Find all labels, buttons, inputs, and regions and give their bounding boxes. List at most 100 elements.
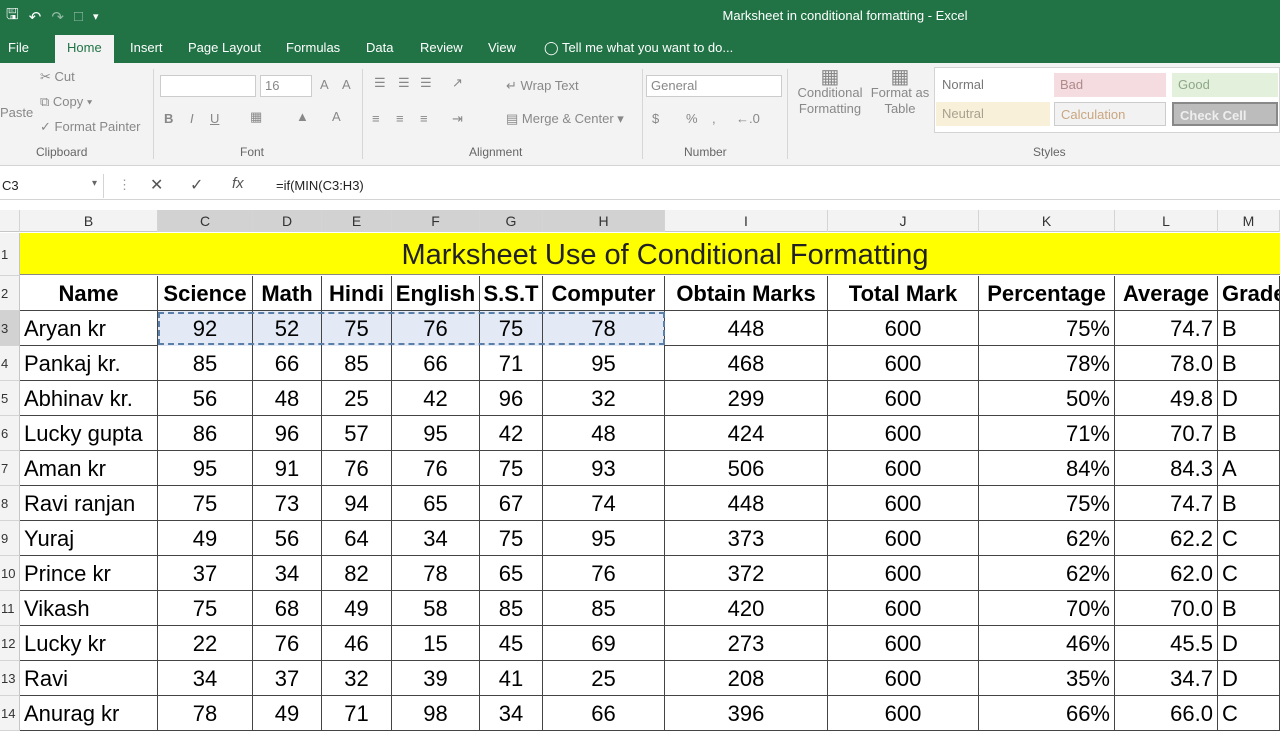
wrap-text-button[interactable]: ↵ Wrap Text [506, 78, 579, 94]
select-all-corner[interactable] [0, 210, 20, 232]
table-cell[interactable]: 45 [480, 626, 543, 661]
font-size-select[interactable]: 16 [260, 75, 312, 97]
name-box-dropdown-icon[interactable]: ▾ [92, 178, 97, 189]
table-cell[interactable]: 600 [828, 556, 979, 591]
table-cell[interactable]: 37 [253, 661, 322, 696]
column-header[interactable]: L [1115, 210, 1218, 232]
table-cell[interactable]: 22 [158, 626, 253, 661]
table-cell[interactable]: C [1218, 521, 1280, 556]
table-cell[interactable]: Ravi [20, 661, 158, 696]
table-cell[interactable]: A [1218, 451, 1280, 486]
column-header[interactable]: I [665, 210, 828, 232]
comma-icon[interactable]: , [712, 111, 716, 126]
table-cell[interactable]: 34 [480, 696, 543, 731]
table-cell[interactable]: 372 [665, 556, 828, 591]
style-good[interactable]: Good [1172, 73, 1278, 97]
header-cell[interactable]: Hindi [322, 276, 392, 311]
tab-page-layout[interactable]: Page Layout [188, 40, 261, 55]
table-cell[interactable]: 78 [158, 696, 253, 731]
table-cell[interactable]: 64 [322, 521, 392, 556]
table-cell[interactable]: Yuraj [20, 521, 158, 556]
table-cell[interactable]: 48 [543, 416, 665, 451]
header-cell[interactable]: Computer [543, 276, 665, 311]
table-cell[interactable]: 42 [480, 416, 543, 451]
table-cell[interactable]: 75% [979, 311, 1115, 346]
tab-review[interactable]: Review [420, 40, 463, 55]
table-cell[interactable]: 66 [253, 346, 322, 381]
table-cell[interactable]: 273 [665, 626, 828, 661]
table-cell[interactable]: 35% [979, 661, 1115, 696]
column-header[interactable]: E [322, 210, 392, 232]
table-cell[interactable]: 448 [665, 486, 828, 521]
bold-button[interactable]: B [164, 111, 173, 126]
table-cell[interactable]: 600 [828, 661, 979, 696]
style-normal[interactable]: Normal [936, 73, 1050, 97]
table-cell[interactable]: 70% [979, 591, 1115, 626]
table-cell[interactable]: 70.0 [1115, 591, 1218, 626]
table-cell[interactable]: 85 [543, 591, 665, 626]
font-name-select[interactable] [160, 75, 256, 97]
table-cell[interactable]: 96 [253, 416, 322, 451]
cut-button[interactable]: ✂ Cut [40, 69, 75, 85]
table-cell[interactable]: 66% [979, 696, 1115, 731]
table-cell[interactable]: 34 [253, 556, 322, 591]
header-cell[interactable]: Grade [1218, 276, 1280, 311]
table-cell[interactable]: 49 [253, 696, 322, 731]
table-cell[interactable]: 93 [543, 451, 665, 486]
table-cell[interactable]: 75 [480, 451, 543, 486]
table-cell[interactable]: 420 [665, 591, 828, 626]
align-center-icon[interactable]: ≡ [396, 111, 404, 126]
table-cell[interactable]: 82 [322, 556, 392, 591]
table-cell[interactable]: 34.7 [1115, 661, 1218, 696]
row-header[interactable]: 11 [0, 591, 20, 626]
table-cell[interactable]: 600 [828, 486, 979, 521]
table-cell[interactable]: 73 [253, 486, 322, 521]
table-cell[interactable]: 32 [322, 661, 392, 696]
table-cell[interactable]: 41 [480, 661, 543, 696]
tab-view[interactable]: View [488, 40, 516, 55]
format-as-table-button[interactable]: ▦ Format as Table [868, 67, 932, 117]
table-cell[interactable]: 65 [480, 556, 543, 591]
table-cell[interactable]: Aryan kr [20, 311, 158, 346]
increase-decimal-icon[interactable]: ←.0 [736, 111, 760, 126]
table-cell[interactable]: 468 [665, 346, 828, 381]
italic-button[interactable]: I [190, 111, 194, 126]
table-cell[interactable]: 600 [828, 591, 979, 626]
table-cell[interactable]: 208 [665, 661, 828, 696]
tab-data[interactable]: Data [366, 40, 393, 55]
table-cell[interactable]: D [1218, 381, 1280, 416]
header-cell[interactable]: Average [1115, 276, 1218, 311]
row-header[interactable]: 9 [0, 521, 20, 556]
table-cell[interactable]: 76 [322, 451, 392, 486]
table-cell[interactable]: 600 [828, 381, 979, 416]
table-cell[interactable]: 48 [253, 381, 322, 416]
conditional-formatting-button[interactable]: ▦ Conditional Formatting [793, 67, 867, 117]
table-cell[interactable]: 65 [392, 486, 480, 521]
decrease-font-icon[interactable]: A [342, 77, 351, 92]
table-cell[interactable]: 75 [158, 486, 253, 521]
table-cell[interactable]: 56 [253, 521, 322, 556]
table-cell[interactable]: 506 [665, 451, 828, 486]
table-cell[interactable]: 56 [158, 381, 253, 416]
row-header[interactable]: 4 [0, 346, 20, 381]
header-cell[interactable]: Science [158, 276, 253, 311]
table-cell[interactable]: 37 [158, 556, 253, 591]
column-header[interactable]: F [392, 210, 480, 232]
table-cell[interactable]: 71 [480, 346, 543, 381]
increase-font-icon[interactable]: A [320, 77, 329, 92]
table-cell[interactable]: D [1218, 661, 1280, 696]
table-cell[interactable]: 85 [158, 346, 253, 381]
table-cell[interactable]: B [1218, 416, 1280, 451]
table-cell[interactable]: D [1218, 626, 1280, 661]
table-cell[interactable]: Ravi ranjan [20, 486, 158, 521]
table-cell[interactable]: 70.7 [1115, 416, 1218, 451]
header-cell[interactable]: Percentage [979, 276, 1115, 311]
table-cell[interactable]: 49 [158, 521, 253, 556]
format-painter-button[interactable]: ✓ Format Painter [40, 119, 141, 135]
percent-icon[interactable]: % [686, 111, 698, 126]
table-cell[interactable]: 66 [392, 346, 480, 381]
table-cell[interactable]: 600 [828, 311, 979, 346]
table-cell[interactable]: 85 [322, 346, 392, 381]
header-cell[interactable]: S.S.T [480, 276, 543, 311]
column-header[interactable]: K [979, 210, 1115, 232]
